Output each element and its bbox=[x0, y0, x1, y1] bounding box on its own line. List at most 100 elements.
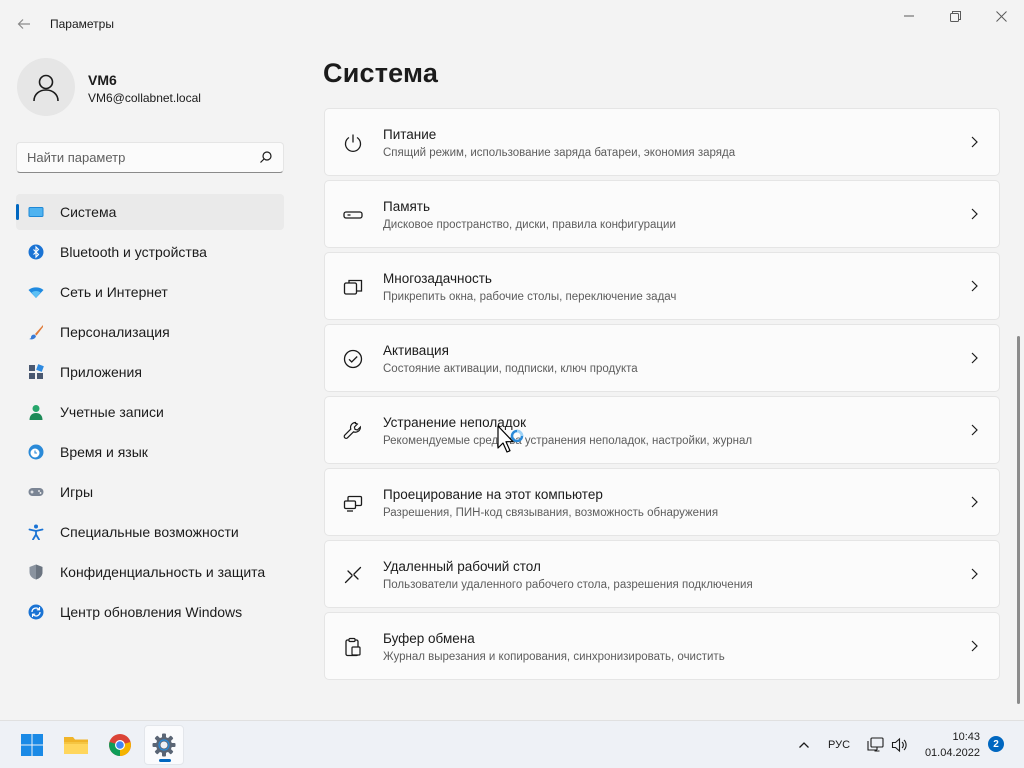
projection-icon bbox=[342, 492, 364, 514]
card-title: Питание bbox=[383, 127, 437, 142]
sidebar-item-windows-update[interactable]: Центр обновления Windows bbox=[16, 594, 284, 630]
minimize-icon bbox=[904, 15, 914, 17]
arrow-left-icon bbox=[17, 19, 30, 29]
maximize-button[interactable] bbox=[932, 0, 978, 32]
brush-icon bbox=[28, 324, 44, 340]
sidebar-item-gaming[interactable]: Игры bbox=[16, 474, 284, 510]
title-bar: Параметры bbox=[0, 0, 1024, 48]
show-hidden-icons-button[interactable] bbox=[792, 721, 816, 768]
sidebar-item-system[interactable]: Система bbox=[16, 194, 284, 230]
card-description: Прикрепить окна, рабочие столы, переключ… bbox=[383, 291, 677, 303]
sidebar-item-apps[interactable]: Приложения bbox=[16, 354, 284, 390]
settings-card-activation[interactable]: Активация Состояние активации, подписки,… bbox=[324, 324, 1000, 392]
sidebar-item-personalization[interactable]: Персонализация bbox=[16, 314, 284, 350]
apps-icon bbox=[28, 364, 44, 380]
shield-icon bbox=[28, 564, 44, 580]
monitor-icon bbox=[28, 204, 44, 220]
minimize-button[interactable] bbox=[886, 0, 932, 32]
sidebar-item-label: Персонализация bbox=[60, 324, 170, 340]
sidebar-item-label: Сеть и Интернет bbox=[60, 284, 168, 300]
multitasking-icon bbox=[342, 276, 364, 298]
chevron-right-icon bbox=[971, 424, 978, 436]
card-description: Состояние активации, подписки, ключ прод… bbox=[383, 363, 638, 375]
accessibility-icon bbox=[28, 524, 44, 540]
back-button[interactable] bbox=[10, 10, 38, 38]
start-icon bbox=[21, 734, 43, 756]
card-title: Активация bbox=[383, 343, 449, 358]
start-button[interactable] bbox=[12, 725, 52, 765]
language-label: РУС bbox=[827, 739, 851, 751]
chevron-right-icon bbox=[971, 208, 978, 220]
file-explorer-icon bbox=[64, 737, 88, 754]
volume-icon bbox=[891, 737, 907, 753]
taskbar-chrome[interactable] bbox=[100, 725, 140, 765]
card-title: Проецирование на этот компьютер bbox=[383, 487, 603, 502]
settings-card-storage[interactable]: Память Дисковое пространство, диски, пра… bbox=[324, 180, 1000, 248]
sidebar-item-accounts[interactable]: Учетные записи bbox=[16, 394, 284, 430]
chevron-right-icon bbox=[971, 496, 978, 508]
power-icon bbox=[342, 132, 364, 154]
card-description: Пользователи удаленного рабочего стола, … bbox=[383, 579, 753, 591]
card-title: Буфер обмена bbox=[383, 631, 475, 646]
taskbar-file-explorer[interactable] bbox=[56, 725, 96, 765]
wifi-icon bbox=[28, 284, 44, 300]
card-description: Журнал вырезания и копирования, синхрони… bbox=[383, 651, 725, 663]
taskbar: РУС 10:43 01.04.2022 bbox=[0, 720, 1024, 768]
clock-time: 10:43 bbox=[952, 731, 980, 743]
busy-cursor-icon bbox=[497, 425, 524, 453]
card-description: Разрешения, ПИН-код связывания, возможно… bbox=[383, 507, 719, 519]
search-input[interactable] bbox=[17, 150, 247, 165]
remote-desktop-icon bbox=[342, 564, 364, 586]
settings-card-power[interactable]: Питание Спящий режим, использование заря… bbox=[324, 108, 1000, 176]
taskbar-clock[interactable]: 10:43 01.04.2022 bbox=[925, 729, 980, 761]
card-title: Удаленный рабочий стол bbox=[383, 559, 541, 574]
sidebar-item-accessibility[interactable]: Специальные возможности bbox=[16, 514, 284, 550]
settings-card-clipboard[interactable]: Буфер обмена Журнал вырезания и копирова… bbox=[324, 612, 1000, 680]
user-email: VM6@collabnet.local bbox=[88, 91, 201, 105]
sidebar-item-label: Время и язык bbox=[60, 444, 148, 460]
sidebar-item-network[interactable]: Сеть и Интернет bbox=[16, 274, 284, 310]
user-icon bbox=[33, 74, 59, 102]
card-description: Дисковое пространство, диски, правила ко… bbox=[383, 219, 676, 231]
gamepad-icon bbox=[28, 484, 44, 500]
sidebar-item-privacy[interactable]: Конфиденциальность и защита bbox=[16, 554, 284, 590]
settings-card-multitasking[interactable]: Многозадачность Прикрепить окна, рабочие… bbox=[324, 252, 1000, 320]
chevron-right-icon bbox=[971, 280, 978, 292]
taskbar-settings[interactable] bbox=[144, 725, 184, 765]
notification-badge[interactable]: 2 bbox=[988, 736, 1004, 752]
search-box[interactable] bbox=[16, 142, 284, 173]
scrollbar-thumb[interactable] bbox=[1017, 336, 1020, 704]
chevron-right-icon bbox=[971, 568, 978, 580]
clock-date: 01.04.2022 bbox=[924, 747, 980, 759]
sidebar-item-label: Bluetooth и устройства bbox=[60, 244, 207, 260]
sidebar-item-time-language[interactable]: Время и язык bbox=[16, 434, 284, 470]
network-icon bbox=[867, 737, 884, 752]
close-icon bbox=[995, 10, 1007, 22]
close-button[interactable] bbox=[978, 0, 1024, 32]
sidebar-item-label: Конфиденциальность и защита bbox=[60, 564, 266, 580]
settings-card-troubleshoot[interactable]: Устранение неполадок Рекомендуемые средс… bbox=[324, 396, 1000, 464]
quick-settings-button[interactable] bbox=[864, 721, 912, 768]
activation-check-icon bbox=[342, 348, 364, 370]
language-indicator[interactable]: РУС bbox=[822, 721, 856, 768]
chevron-right-icon bbox=[971, 352, 978, 364]
settings-list: Питание Спящий режим, использование заря… bbox=[324, 108, 1000, 684]
app-title: Параметры bbox=[50, 17, 114, 31]
settings-card-projection[interactable]: Проецирование на этот компьютер Разрешен… bbox=[324, 468, 1000, 536]
sidebar-item-label: Специальные возможности bbox=[60, 524, 239, 540]
chevron-right-icon bbox=[971, 640, 978, 652]
sidebar-item-bluetooth[interactable]: Bluetooth и устройства bbox=[16, 234, 284, 270]
restore-icon bbox=[949, 10, 961, 22]
chrome-icon bbox=[109, 734, 131, 756]
card-description: Рекомендуемые средства устранения непола… bbox=[383, 435, 753, 447]
user-name: VM6 bbox=[88, 72, 117, 88]
card-title: Память bbox=[383, 199, 431, 214]
page-title: Система bbox=[323, 58, 439, 88]
bluetooth-icon bbox=[28, 244, 44, 260]
search-icon[interactable] bbox=[259, 150, 273, 164]
sidebar-item-label: Система bbox=[60, 204, 117, 220]
storage-icon bbox=[342, 204, 364, 226]
clock-globe-icon bbox=[28, 444, 44, 460]
avatar[interactable] bbox=[17, 58, 75, 116]
settings-card-remote-desktop[interactable]: Удаленный рабочий стол Пользователи удал… bbox=[324, 540, 1000, 608]
